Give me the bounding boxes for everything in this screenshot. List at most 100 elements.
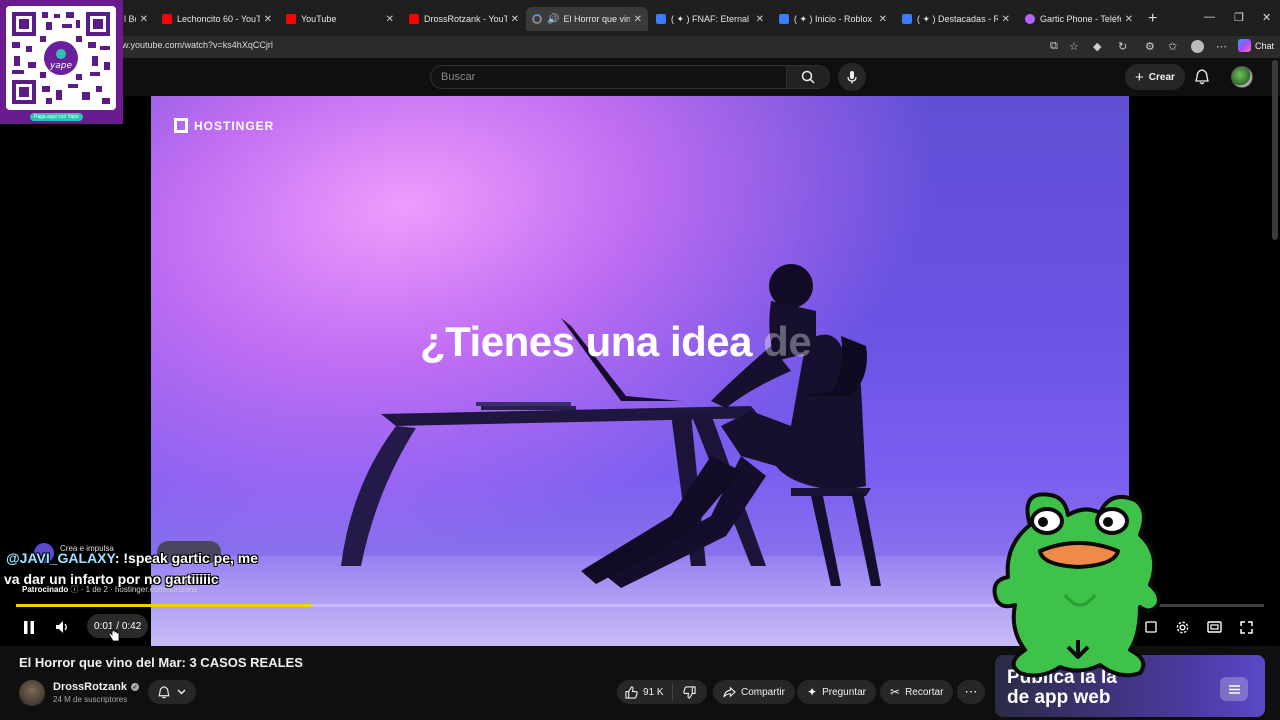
tab-roblox-destacadas[interactable]: ( ✦ ) Destacadas - Roblo ✕ [896, 7, 1016, 31]
copilot-icon [1238, 39, 1251, 52]
roblox-favicon-icon [902, 14, 912, 24]
tab-0[interactable]: l Bo ✕ [118, 7, 154, 31]
share-icon [723, 686, 736, 697]
create-button[interactable]: + Crear [1125, 64, 1185, 90]
scissors-icon: ✂ [890, 685, 901, 699]
tab-fnaf[interactable]: ( ✦ ) FNAF: Eternal Nigh ✕ [650, 7, 770, 31]
minimize-icon[interactable]: — [1204, 11, 1215, 23]
bell-icon [158, 685, 170, 698]
hand-cursor-icon [108, 626, 120, 642]
man-at-desk-illustration [341, 264, 881, 588]
search-input[interactable]: Buscar [430, 65, 786, 89]
theater-icon [1206, 621, 1222, 633]
pause-icon [24, 620, 34, 634]
clip-button[interactable]: ✂ Recortar [880, 680, 954, 704]
close-tab-icon[interactable]: ✕ [879, 14, 887, 25]
audio-playing-icon[interactable]: 🔊 [547, 14, 559, 25]
ad-headline: ¿Tienes una idea de [420, 318, 812, 365]
close-tab-icon[interactable]: ✕ [634, 14, 642, 25]
like-button[interactable]: 91 K [617, 684, 673, 700]
yape-qr-overlay: yape Paga aquí con Yape [0, 0, 123, 124]
address-bar: w.youtube.com/watch?v=ks4hXqCCjrl ⧉ ☆ ◆ … [0, 36, 1280, 58]
gear-icon [1176, 621, 1188, 633]
thumbs-up-icon [625, 685, 638, 699]
share-button[interactable]: Compartir [713, 680, 795, 704]
fullscreen-icon [1239, 620, 1253, 634]
channel-name[interactable]: DrossRotzank ✓ [53, 681, 139, 693]
close-tab-icon[interactable]: ✕ [756, 14, 764, 25]
subscriber-count: 24 M de suscriptores [53, 695, 128, 704]
close-tab-icon[interactable]: ✕ [511, 14, 519, 25]
sparkle-icon: ✦ [807, 685, 818, 699]
tab-gartic[interactable]: Gartic Phone - Teléfono ✕ [1019, 7, 1139, 31]
video-title: El Horror que vino del Mar: 3 CASOS REAL… [19, 655, 303, 670]
close-tab-icon[interactable]: ✕ [1002, 14, 1010, 25]
microphone-icon [847, 71, 857, 84]
browser-tab-strip: l Bo ✕ Lechoncito 60 - YouTube ✕ YouTube… [0, 0, 1280, 36]
qr-code: yape [6, 6, 116, 110]
youtube-favicon-icon [162, 14, 172, 24]
close-tab-icon[interactable]: ✕ [140, 14, 148, 25]
refresh-extension-icon[interactable]: ↻ [1118, 40, 1127, 53]
fullscreen-button[interactable] [1237, 618, 1255, 636]
new-tab-icon[interactable]: + [1148, 10, 1157, 28]
hostinger-logo-icon [174, 118, 188, 133]
more-actions-button[interactable]: ⋯ [957, 680, 985, 704]
page-scrollbar[interactable] [1272, 60, 1278, 240]
ask-button[interactable]: ✦ Preguntar [797, 680, 876, 704]
channel-avatar[interactable] [19, 680, 45, 706]
translate-icon[interactable]: ⧉ [1050, 40, 1058, 53]
search-icon [801, 70, 815, 84]
close-window-icon[interactable]: ✕ [1262, 11, 1271, 24]
progress-played [16, 604, 311, 607]
extension-icon[interactable]: ◆ [1093, 40, 1101, 53]
youtube-favicon-icon [286, 14, 296, 24]
mouse-cursor [108, 626, 120, 642]
tab-dross[interactable]: DrossRotzank - YouTube ✕ [403, 7, 525, 31]
promo-menu-button[interactable] [1220, 677, 1248, 701]
youtube-favicon-icon [409, 14, 419, 24]
pause-button[interactable] [20, 618, 38, 636]
close-tab-icon[interactable]: ✕ [1125, 14, 1133, 25]
restore-icon[interactable]: ❐ [1234, 11, 1244, 24]
bookmark-star-icon[interactable]: ☆ [1069, 40, 1079, 53]
chevron-down-icon [177, 689, 186, 695]
tab-roblox-inicio[interactable]: ( ✦ ) Inicio - Roblox ✕ [773, 7, 893, 31]
svg-text:yape: yape [49, 61, 73, 71]
hostinger-logo: HOSTINGER [174, 118, 274, 133]
menu-lines-icon [1228, 684, 1240, 694]
youtube-header: Buscar + Crear [0, 58, 1280, 96]
more-options-icon[interactable]: ⋯ [1216, 40, 1227, 53]
profile-icon[interactable] [1191, 40, 1204, 53]
volume-button[interactable] [53, 618, 71, 636]
close-tab-icon[interactable]: ✕ [386, 14, 394, 25]
tab-lechoncito[interactable]: Lechoncito 60 - YouTube ✕ [156, 7, 278, 31]
voice-search-button[interactable] [838, 63, 866, 91]
video-frame[interactable] [151, 96, 1129, 646]
search-button[interactable] [786, 65, 830, 89]
loading-icon [532, 14, 542, 24]
close-tab-icon[interactable]: ✕ [264, 14, 272, 25]
thumbs-down-icon [682, 685, 696, 699]
verified-badge-icon: ✓ [130, 683, 139, 691]
roblox-favicon-icon [779, 14, 789, 24]
favorites-icon[interactable]: ✩ [1168, 40, 1177, 53]
chat-message-line1: @JAVI_GALAXY: !speak gartic pe, me [6, 550, 258, 566]
url-field[interactable]: w.youtube.com/watch?v=ks4hXqCCjrl [122, 40, 273, 50]
subscription-notifications-button[interactable] [148, 680, 196, 704]
notifications-bell-icon[interactable] [1195, 69, 1209, 85]
like-dislike-group: 91 K [617, 680, 707, 704]
more-horizontal-icon: ⋯ [964, 684, 978, 699]
dislike-button[interactable] [673, 685, 696, 699]
tab-el-horror[interactable]: 🔊 El Horror que vino ✕ [526, 7, 648, 31]
volume-icon [56, 621, 67, 633]
chat-message-line2: va dar un infarto por no gartiiiiic [4, 571, 219, 587]
frog-sticker-illustration [992, 492, 1161, 678]
tab-youtube[interactable]: YouTube ✕ [280, 7, 400, 31]
qr-caption: Paga aquí con Yape [30, 113, 83, 121]
copilot-chat-button[interactable]: Chat [1238, 39, 1274, 52]
theater-mode-button[interactable] [1205, 618, 1223, 636]
settings-button[interactable] [1173, 618, 1191, 636]
extensions-puzzle-icon[interactable]: ⚙ [1145, 40, 1155, 53]
account-avatar[interactable] [1231, 66, 1253, 88]
